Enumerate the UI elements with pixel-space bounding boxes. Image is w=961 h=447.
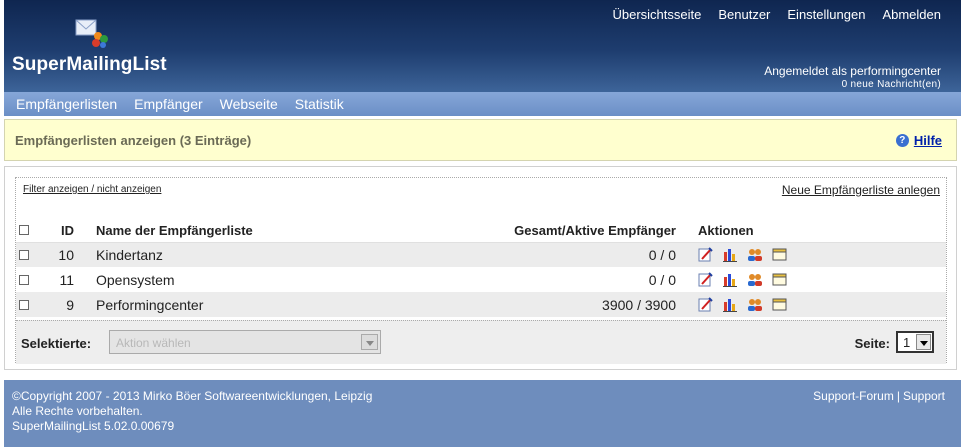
header: SuperMailingList Übersichtsseite Benutze… (4, 0, 961, 92)
page-title-bar: Empfängerlisten anzeigen (3 Einträge) ? … (4, 119, 957, 161)
select-all-cell (16, 220, 44, 243)
select-all-checkbox[interactable] (19, 225, 29, 236)
recipients-icon[interactable] (747, 247, 763, 262)
version-text: SuperMailingList 5.02.0.00679 (12, 419, 175, 433)
footer-separator: | (896, 389, 900, 403)
chevron-down-icon[interactable] (361, 334, 378, 350)
topnav-overview-link[interactable]: Übersichtsseite (612, 7, 701, 22)
page-select-value: 1 (903, 335, 911, 350)
chevron-down-icon[interactable] (916, 334, 931, 350)
footer-links: Support-Forum | Support (813, 389, 945, 403)
edit-icon[interactable] (698, 297, 713, 312)
menu-item-statistics[interactable]: Statistik (295, 96, 344, 112)
window-icon[interactable] (772, 297, 787, 312)
row-name: Performingcenter (96, 292, 476, 317)
menu-item-website[interactable]: Webseite (220, 96, 278, 112)
edit-icon[interactable] (698, 247, 713, 262)
topnav-settings-link[interactable]: Einstellungen (787, 7, 865, 22)
row-checkbox[interactable] (19, 274, 29, 285)
help-link[interactable]: Hilfe (914, 133, 942, 148)
table-footer-bar: Selektierte: Aktion wählen Seite: 1 (16, 320, 946, 364)
statistics-icon[interactable] (722, 297, 738, 312)
table-row: 11 Opensystem 0 / 0 (16, 267, 946, 292)
column-header-total: Gesamt/Aktive Empfänger (476, 220, 696, 243)
page-label: Seite: (854, 336, 890, 351)
menu-item-recipient-lists[interactable]: Empfängerlisten (16, 96, 117, 112)
footer-info: ©Copyright 2007 - 2013 Mirko Böer Softwa… (12, 389, 372, 434)
help-control[interactable]: ? Hilfe (895, 133, 942, 148)
page-select[interactable]: 1 (896, 331, 934, 353)
main-menu: Empfängerlisten Empfänger Webseite Stati… (4, 92, 961, 116)
row-name: Kindertanz (96, 242, 476, 267)
topnav-logout-link[interactable]: Abmelden (882, 7, 941, 22)
window-icon[interactable] (772, 272, 787, 287)
lists-panel: Filter anzeigen / nicht anzeigen Neue Em… (4, 166, 957, 370)
top-navigation: Übersichtsseite Benutzer Einstellungen A… (612, 7, 941, 22)
menu-item-recipients[interactable]: Empfänger (134, 96, 202, 112)
toggle-filter-link[interactable]: Filter anzeigen / nicht anzeigen (23, 184, 161, 195)
page-title: Empfängerlisten anzeigen (3 Einträge) (15, 133, 252, 148)
app-brand: SuperMailingList (12, 54, 167, 75)
row-total: 0 / 0 (476, 242, 696, 267)
recipient-lists-table: ID Name der Empfängerliste Gesamt/Aktive… (16, 220, 946, 317)
statistics-icon[interactable] (722, 247, 738, 263)
bulk-action-label: Selektierte: (21, 336, 92, 351)
row-actions (698, 272, 946, 287)
table-row: 9 Performingcenter 3900 / 3900 (16, 292, 946, 317)
new-list-link[interactable]: Neue Empfängerliste anlegen (782, 183, 940, 197)
row-id: 10 (44, 242, 96, 267)
mail-logo-icon (74, 14, 112, 50)
recipients-icon[interactable] (747, 272, 763, 287)
bulk-action-placeholder: Aktion wählen (116, 336, 191, 350)
row-total: 3900 / 3900 (476, 292, 696, 317)
lists-inner-box: Filter anzeigen / nicht anzeigen Neue Em… (15, 177, 947, 364)
bulk-action-select[interactable]: Aktion wählen (109, 330, 381, 354)
row-name: Opensystem (96, 271, 175, 288)
page-footer: ©Copyright 2007 - 2013 Mirko Böer Softwa… (4, 380, 961, 447)
table-header-row: ID Name der Empfängerliste Gesamt/Aktive… (16, 220, 946, 243)
row-actions (698, 297, 946, 312)
messages-count[interactable]: 0 neue Nachricht(en) (764, 79, 941, 90)
window-icon[interactable] (772, 247, 787, 262)
support-forum-link[interactable]: Support-Forum (813, 389, 894, 403)
row-id: 9 (44, 292, 96, 317)
table-row: 10 Kindertanz 0 / 0 (16, 242, 946, 267)
column-header-name: Name der Empfängerliste (96, 220, 476, 243)
column-header-id: ID (44, 220, 96, 243)
copyright-text: ©Copyright 2007 - 2013 Mirko Böer Softwa… (12, 389, 373, 403)
row-id: 11 (59, 271, 74, 288)
row-actions (698, 247, 946, 263)
topnav-users-link[interactable]: Benutzer (718, 7, 770, 22)
row-checkbox[interactable] (19, 249, 29, 260)
support-link[interactable]: Support (903, 389, 945, 403)
help-icon[interactable]: ? (895, 134, 909, 147)
column-header-actions: Aktionen (696, 220, 946, 243)
rights-text: Alle Rechte vorbehalten. (12, 404, 143, 418)
statistics-icon[interactable] (722, 272, 738, 287)
edit-icon[interactable] (698, 272, 713, 287)
user-info: Angemeldet als performingcenter 0 neue N… (764, 64, 941, 90)
row-checkbox[interactable] (19, 299, 29, 310)
recipients-icon[interactable] (747, 297, 763, 312)
logged-in-label: Angemeldet als performingcenter (764, 64, 941, 78)
row-total: 0 / 0 (648, 271, 676, 288)
